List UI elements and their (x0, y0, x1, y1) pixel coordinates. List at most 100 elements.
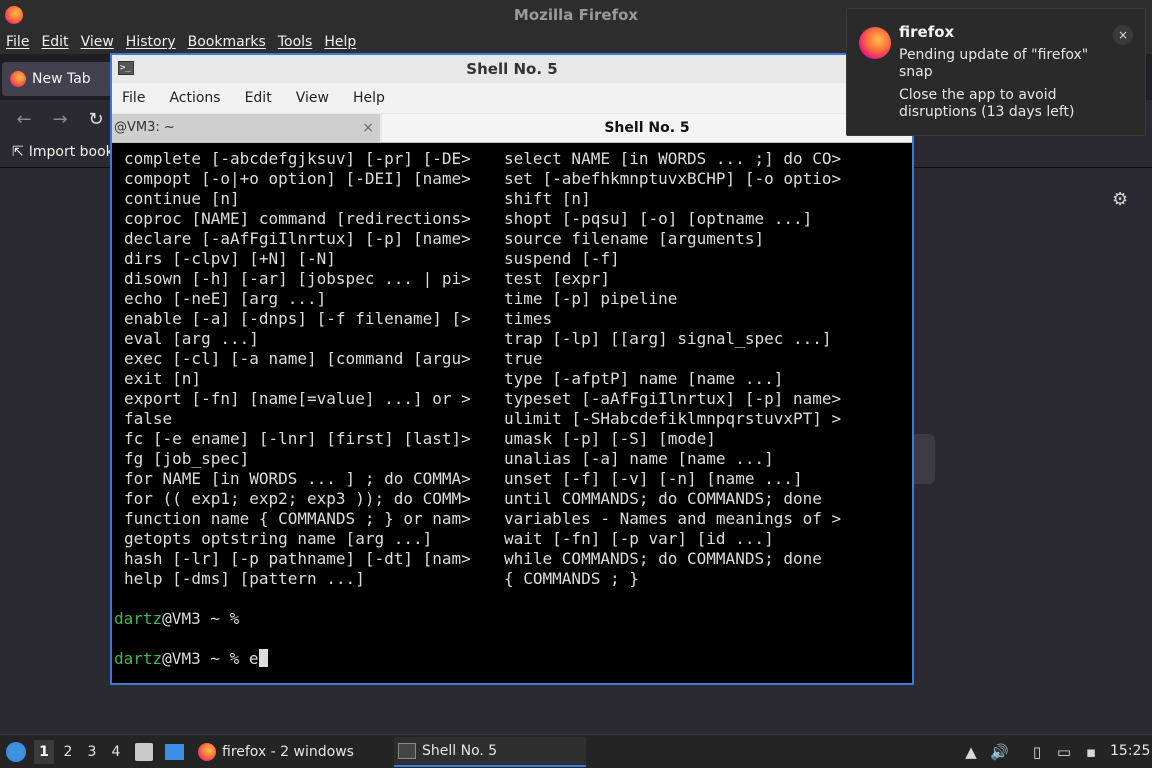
help-line-right: suspend [-f] (504, 249, 620, 268)
terminal-window-title: Shell No. 5 (466, 60, 558, 78)
help-line-left: declare [-aAfFgiIlnrtux] [-p] [name> (124, 229, 471, 248)
forward-arrow-icon[interactable]: → (50, 110, 70, 130)
help-line-left: exec [-cl] [-a name] [command [argu> (124, 349, 471, 368)
ff-menu-file[interactable]: File (6, 34, 29, 50)
bluetooth-icon[interactable]: ▪ (1082, 743, 1100, 761)
help-line-left: coproc [NAME] command [redirections> (124, 209, 471, 228)
network-icon[interactable]: ▭ (1055, 743, 1073, 761)
help-line-left: continue [n] (124, 189, 240, 208)
help-line-right: until COMMANDS; do COMMANDS; done (504, 489, 822, 508)
term-menu-edit[interactable]: Edit (245, 90, 272, 106)
help-line-right: source filename [arguments] (504, 229, 765, 248)
gear-icon[interactable]: ⚙ (1112, 191, 1130, 209)
volume-icon[interactable]: 🔊 (990, 743, 1009, 761)
tab-new-tab[interactable]: New Tab (2, 62, 112, 96)
terminal-titlebar: >_ Shell No. 5 (112, 55, 912, 83)
clipboard-icon[interactable]: ▯ (1028, 743, 1046, 761)
help-line-right: { COMMANDS ; } (504, 569, 639, 588)
taskbar-shell-label: Shell No. 5 (422, 743, 498, 759)
workspace-4[interactable]: 4 (106, 740, 126, 764)
terminal-tabbar: @VM3: ~ × Shell No. 5 (112, 113, 912, 143)
workspace-3[interactable]: 3 (82, 740, 102, 764)
help-line-right: variables - Names and meanings of > (504, 509, 842, 528)
help-line-left: getopts optstring name [arg ...] (124, 529, 433, 548)
terminal-cursor (258, 649, 268, 667)
back-arrow-icon[interactable]: ← (14, 110, 34, 130)
help-line-right: set [-abefhkmnptuvxBCHP] [-o optio> (504, 169, 842, 188)
help-line-left: function name { COMMANDS ; } or nam> (124, 509, 471, 528)
terminal-tab-vm3[interactable]: @VM3: ~ × (112, 114, 380, 142)
help-line-left: hash [-lr] [-p pathname] [-dt] [nam> (124, 549, 471, 568)
term-menu-actions[interactable]: Actions (169, 90, 220, 106)
help-line-right: times (504, 309, 553, 328)
term-menu-file[interactable]: File (122, 90, 145, 106)
help-line-left: for NAME [in WORDS ... ] ; do COMMA> (124, 469, 471, 488)
close-tab-icon[interactable]: × (362, 114, 374, 142)
term-menu-view[interactable]: View (296, 90, 329, 106)
taskbar-firefox[interactable]: firefox - 2 windows (194, 737, 384, 767)
help-line-left: enable [-a] [-dnps] [-f filename] [> (124, 309, 471, 328)
firefox-tab-icon (10, 71, 26, 87)
notification-app-name: firefox (899, 23, 955, 41)
help-line-right: test [expr] (504, 269, 610, 288)
help-line-right: ulimit [-SHabcdefiklmnpqrstuvxPT] > (504, 409, 842, 428)
help-line-left: for (( exp1; exp2; exp3 )); do COMM> (124, 489, 471, 508)
help-line-right: typeset [-aAfFgiIlnrtux] [-p] name> (504, 389, 842, 408)
help-line-left: fc [-e ename] [-lnr] [first] [last]> (124, 429, 471, 448)
prompt-user: dartz (114, 649, 163, 668)
ff-menu-bookmarks[interactable]: Bookmarks (188, 34, 266, 50)
firefox-logo-icon (859, 27, 891, 59)
ff-menu-history[interactable]: History (126, 34, 176, 50)
help-line-right: umask [-p] [-S] [mode] (504, 429, 716, 448)
terminal-window: >_ Shell No. 5 File Actions Edit View He… (110, 53, 914, 685)
ff-menu-view[interactable]: View (81, 34, 114, 50)
help-line-right: true (504, 349, 543, 368)
close-icon[interactable]: × (1113, 25, 1133, 45)
firefox-logo-icon (198, 743, 216, 761)
prompt-host: @VM3 ~ % (162, 609, 249, 628)
help-line-left: dirs [-clpv] [+N] [-N] (124, 249, 336, 268)
clock: 15:25 (1110, 743, 1151, 759)
help-line-left: help [-dms] [pattern ...] (124, 569, 365, 588)
import-icon: ⇱ (12, 144, 24, 160)
help-line-right: shift [n] (504, 189, 591, 208)
help-line-right: unset [-f] [-v] [-n] [name ...] (504, 469, 803, 488)
workspace-2[interactable]: 2 (58, 740, 78, 764)
term-menu-help[interactable]: Help (353, 90, 385, 106)
tab-label: New Tab (32, 71, 91, 87)
workspace-1[interactable]: 1 (34, 740, 54, 764)
taskbar-shell[interactable]: Shell No. 5 (394, 737, 586, 767)
help-line-left: echo [-neE] [arg ...] (124, 289, 327, 308)
notification-detail: Close the app to avoid disruptions (13 d… (899, 87, 1075, 120)
ff-menu-help[interactable]: Help (324, 34, 356, 50)
terminal-tab-shell5[interactable]: Shell No. 5 (382, 114, 912, 142)
start-menu-icon[interactable] (6, 742, 26, 762)
terminal-menubar: File Actions Edit View Help (112, 83, 912, 113)
ff-menu-edit[interactable]: Edit (41, 34, 68, 50)
help-line-right: type [-afptP] name [name ...] (504, 369, 784, 388)
ff-menu-tools[interactable]: Tools (278, 34, 313, 50)
reload-icon[interactable]: ↻ (86, 110, 106, 130)
help-line-right: while COMMANDS; do COMMANDS; done (504, 549, 822, 568)
show-desktop-icon[interactable] (165, 744, 184, 760)
prompt-host: @VM3 ~ % (162, 649, 249, 668)
update-notification[interactable]: firefox Pending update of "firefox" snap… (846, 8, 1146, 136)
help-line-left: export [-fn] [name[=value] ...] or > (124, 389, 471, 408)
taskbar: 1 2 3 4 firefox - 2 windows Shell No. 5 … (0, 734, 1152, 768)
help-line-right: unalias [-a] name [name ...] (504, 449, 774, 468)
typed-command: e (248, 649, 259, 668)
file-manager-icon[interactable] (135, 743, 153, 761)
help-line-left: disown [-h] [-ar] [jobspec ... | pi> (124, 269, 471, 288)
terminal-output[interactable]: complete [-abcdefgjksuv] [-pr] [-DE> comp… (112, 144, 912, 683)
help-line-left: complete [-abcdefgjksuv] [-pr] [-DE> (124, 149, 471, 168)
terminal-tab-vm3-label: @VM3: ~ (114, 120, 175, 135)
help-line-right: wait [-fn] [-p var] [id ...] (504, 529, 774, 548)
taskbar-firefox-label: firefox - 2 windows (222, 744, 354, 760)
prompt-user: dartz (114, 609, 163, 628)
prompt-line-2: dartz@VM3 ~ % e (114, 649, 268, 669)
updates-icon[interactable]: ▲ (962, 743, 980, 761)
help-line-left: eval [arg ...] (124, 329, 259, 348)
help-line-left: compopt [-o|+o option] [-DEI] [name> (124, 169, 471, 188)
help-line-left: fg [job_spec] (124, 449, 250, 468)
help-line-right: shopt [-pqsu] [-o] [optname ...] (504, 209, 813, 228)
